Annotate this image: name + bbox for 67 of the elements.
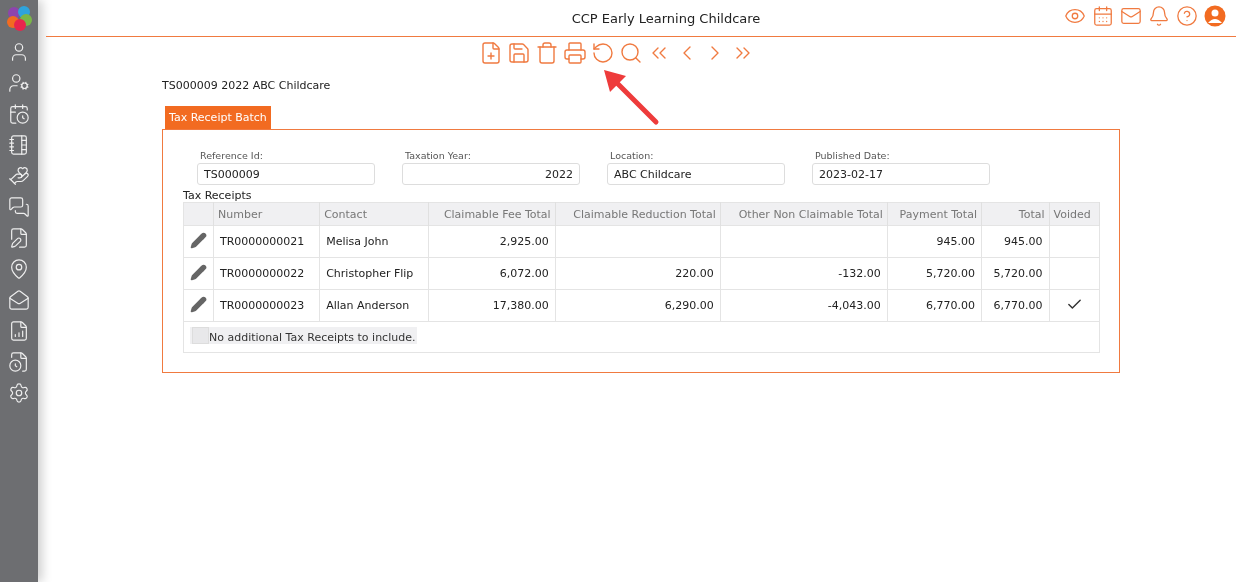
printer-icon[interactable] bbox=[563, 41, 587, 65]
hand-person-icon[interactable] bbox=[8, 165, 30, 187]
input-field[interactable]: ABC Childcare bbox=[607, 163, 785, 185]
map-pin-icon[interactable] bbox=[8, 258, 30, 280]
user-avatar-icon[interactable] bbox=[1204, 5, 1226, 27]
table-cell: -132.00 bbox=[838, 267, 881, 280]
bell-icon[interactable] bbox=[1148, 5, 1170, 27]
record-title: TS000009 2022 ABC Childcare bbox=[162, 79, 332, 92]
input-field[interactable]: 2022 bbox=[402, 163, 580, 185]
column-header[interactable]: Other Non Claimable Total bbox=[720, 202, 888, 226]
document-chart-icon[interactable] bbox=[8, 320, 30, 342]
person-gear-icon[interactable] bbox=[8, 72, 30, 94]
field-label: Taxation Year: bbox=[404, 150, 472, 161]
tab[interactable]: Tax Receipt Batch bbox=[165, 106, 271, 129]
table-cell: 6,072.00 bbox=[499, 267, 549, 280]
table-cell: 6,770.00 bbox=[993, 299, 1043, 312]
checkbox-label: No additional Tax Receipts to include. bbox=[209, 331, 416, 344]
table-cell: 945.00 bbox=[936, 235, 975, 248]
table-cell: 220.00 bbox=[675, 267, 714, 280]
calendar-icon[interactable] bbox=[1092, 5, 1114, 27]
checkbox-option[interactable]: No additional Tax Receipts to include. bbox=[190, 327, 418, 344]
input-field[interactable]: 2023-02-17 bbox=[812, 163, 990, 185]
table-cell: -4,043.00 bbox=[827, 299, 881, 312]
calendar-clock-icon[interactable] bbox=[8, 103, 30, 125]
table-cell: Allan Anderson bbox=[326, 299, 410, 312]
column-header[interactable]: Voided bbox=[1049, 202, 1100, 226]
chat-icon[interactable] bbox=[8, 196, 30, 218]
gear-icon[interactable] bbox=[8, 382, 30, 404]
delete-icon[interactable] bbox=[535, 41, 559, 65]
edit-icon[interactable] bbox=[190, 295, 207, 313]
checkbox[interactable] bbox=[192, 327, 209, 344]
document-clock-icon[interactable] bbox=[8, 351, 30, 373]
mail-icon[interactable] bbox=[1120, 5, 1142, 27]
help-icon[interactable] bbox=[1176, 5, 1198, 27]
edit-icon[interactable] bbox=[190, 231, 207, 249]
table-cell: TR0000000022 bbox=[220, 267, 305, 280]
table-cell: 6,770.00 bbox=[925, 299, 975, 312]
field-label: Published Date: bbox=[814, 150, 891, 161]
logo-icon[interactable] bbox=[5, 4, 33, 32]
column-header[interactable]: Number bbox=[213, 202, 320, 226]
table-cell: 945.00 bbox=[1004, 235, 1043, 248]
table-cell: 2,925.00 bbox=[499, 235, 549, 248]
search-icon[interactable] bbox=[619, 41, 643, 65]
column-header[interactable]: Contact bbox=[319, 202, 429, 226]
app-title: CCP Early Learning Childcare bbox=[571, 10, 761, 26]
table-cell: 17,380.00 bbox=[492, 299, 549, 312]
table-cell: 6,290.00 bbox=[664, 299, 714, 312]
table-cell: 5,720.00 bbox=[925, 267, 975, 280]
column-header[interactable]: Claimable Reduction Total bbox=[555, 202, 721, 226]
save-icon[interactable] bbox=[507, 41, 531, 65]
notebook-icon[interactable] bbox=[8, 134, 30, 156]
column-header[interactable]: Total bbox=[981, 202, 1050, 226]
table-cell: TR0000000021 bbox=[220, 235, 305, 248]
column-header[interactable]: Claimable Fee Total bbox=[428, 202, 556, 226]
table-cell: Christopher Flip bbox=[326, 267, 414, 280]
column-header[interactable]: Payment Total bbox=[887, 202, 982, 226]
document-pen-icon[interactable] bbox=[8, 227, 30, 249]
table-cell: TR0000000023 bbox=[220, 299, 305, 312]
new-document-icon[interactable] bbox=[479, 41, 503, 65]
table-title: Tax Receipts bbox=[183, 189, 253, 202]
edit-icon[interactable] bbox=[190, 263, 207, 281]
input-field[interactable]: TS000009 bbox=[197, 163, 375, 185]
table-cell: Melisa John bbox=[326, 235, 389, 248]
table-cell: 5,720.00 bbox=[993, 267, 1043, 280]
field-label: Location: bbox=[609, 150, 655, 161]
undo-icon[interactable] bbox=[591, 41, 615, 65]
field-label: Reference Id: bbox=[199, 150, 264, 161]
